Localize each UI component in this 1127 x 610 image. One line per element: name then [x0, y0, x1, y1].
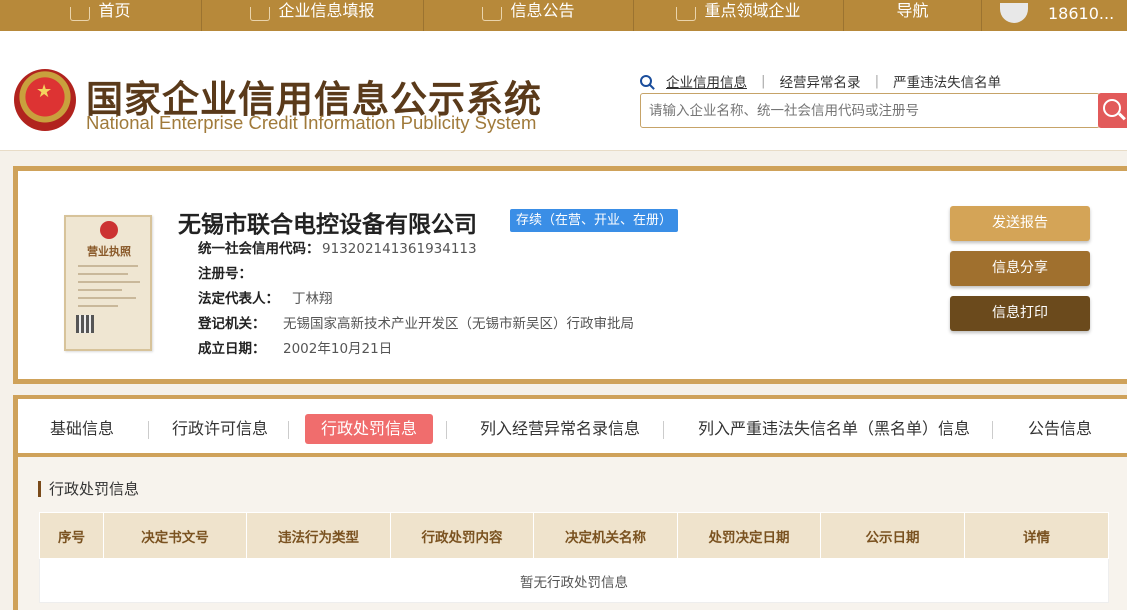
search-box	[640, 93, 1100, 128]
info-row-credit-code: 统一社会信用代码： 913202141361934113	[198, 237, 634, 262]
tab-abnormal-list[interactable]: 列入经营异常名录信息	[464, 414, 656, 444]
nav-announcements-label: 信息公告	[510, 1, 575, 20]
empty-message: 暂无行政处罚信息	[39, 558, 1109, 603]
column-header: 公示日期	[820, 512, 965, 559]
nav-home[interactable]: 首页	[0, 0, 202, 31]
company-card: 营业执照 无锡市联合电控设备有限公司 存续（在营、开业、在册） 统一社会信用代码…	[13, 166, 1127, 384]
info-value: 913202141361934113	[322, 241, 477, 257]
nav-home-label: 首页	[98, 1, 131, 20]
national-emblem-icon	[14, 69, 76, 131]
info-row-established: 成立日期： 2002年10月21日	[198, 337, 634, 362]
print-info-button[interactable]: 信息打印	[950, 296, 1090, 331]
license-line	[78, 265, 138, 267]
qr-code-icon	[76, 315, 94, 333]
site-subtitle: National Enterprise Credit Information P…	[86, 112, 537, 133]
business-license-image: 营业执照	[64, 215, 152, 351]
document-icon	[482, 7, 503, 21]
penalty-section: 行政处罚信息 序号 决定书文号 违法行为类型 行政处罚内容 决定机关名称 处罚决…	[13, 457, 1127, 610]
tab-separator	[663, 421, 664, 439]
column-header: 决定机关名称	[533, 512, 678, 559]
quicklinks: 企业信用信息 | 经营异常名录 | 严重违法失信名单	[640, 71, 1015, 91]
column-header: 序号	[39, 512, 104, 559]
emblem-icon	[100, 221, 118, 239]
info-label: 登记机关：	[198, 316, 266, 332]
user-phone: 18610...	[1048, 4, 1115, 23]
nav-key-sectors[interactable]: 重点领域企业	[634, 0, 844, 31]
share-info-button[interactable]: 信息分享	[950, 251, 1090, 286]
status-badge: 存续（在营、开业、在册）	[510, 209, 679, 232]
column-header: 决定书文号	[103, 512, 247, 559]
info-value	[277, 262, 283, 287]
separator: |	[761, 73, 766, 89]
tab-admin-license[interactable]: 行政许可信息	[156, 414, 284, 444]
tab-separator	[992, 421, 993, 439]
site-header: 国家企业信用信息公示系统 National Enterprise Credit …	[0, 31, 1127, 151]
tab-basic-info[interactable]: 基础信息	[34, 414, 130, 444]
penalty-table: 序号 决定书文号 违法行为类型 行政处罚内容 决定机关名称 处罚决定日期 公示日…	[39, 512, 1109, 603]
speaker-icon	[676, 7, 697, 21]
license-line	[78, 273, 128, 275]
tab-announcements[interactable]: 公告信息	[1012, 414, 1108, 444]
quicklink-abnormal-list[interactable]: 经营异常名录	[780, 71, 875, 91]
info-tabs: 基础信息 行政许可信息 行政处罚信息 列入经营异常名录信息 列入严重违法失信名单…	[13, 395, 1127, 457]
nav-navigation[interactable]: 导航	[844, 0, 982, 31]
nav-enterprise-report[interactable]: 企业信息填报	[202, 0, 424, 31]
info-label: 成立日期：	[198, 341, 266, 357]
tab-separator	[288, 421, 289, 439]
tab-blacklist[interactable]: 列入严重违法失信名单（黑名单）信息	[682, 414, 986, 444]
send-report-button[interactable]: 发送报告	[950, 206, 1090, 241]
column-header: 处罚决定日期	[677, 512, 821, 559]
search-icon	[640, 75, 652, 87]
search-button[interactable]	[1098, 93, 1127, 128]
table-row: 暂无行政处罚信息	[39, 558, 1109, 603]
nav-announcements[interactable]: 信息公告	[424, 0, 634, 31]
quicklink-credit-info[interactable]: 企业信用信息	[666, 71, 761, 91]
info-value: 丁林翔	[292, 291, 333, 307]
license-line	[78, 281, 140, 283]
pen-icon	[250, 7, 271, 21]
license-line	[78, 289, 122, 291]
nav-key-sectors-label: 重点领域企业	[704, 1, 801, 20]
tab-separator	[148, 421, 149, 439]
company-name: 无锡市联合电控设备有限公司	[178, 212, 477, 238]
nav-enterprise-report-label: 企业信息填报	[278, 1, 375, 20]
info-value: 无锡国家高新技术产业开发区（无锡市新吴区）行政审批局	[283, 316, 634, 332]
top-nav: 首页 企业信息填报 信息公告 重点领域企业 导航 18610...	[0, 0, 1127, 31]
tab-admin-penalty[interactable]: 行政处罚信息	[305, 414, 434, 444]
quicklink-blacklist[interactable]: 严重违法失信名单	[893, 71, 1015, 91]
info-row-legal-rep: 法定代表人： 丁林翔	[198, 287, 634, 312]
user-menu[interactable]: 18610...	[982, 0, 1127, 31]
separator: |	[874, 73, 880, 89]
info-label: 注册号：	[198, 266, 252, 282]
monitor-icon	[70, 7, 91, 21]
column-header: 行政处罚内容	[390, 512, 534, 559]
license-line	[78, 305, 118, 307]
column-header: 详情	[964, 512, 1109, 559]
info-value: 2002年10月21日	[283, 341, 393, 357]
search-input[interactable]	[641, 94, 1099, 127]
nav-navigation-label: 导航	[896, 1, 929, 20]
license-line	[78, 297, 136, 299]
info-label: 统一社会信用代码：	[198, 241, 320, 257]
company-info: 统一社会信用代码： 913202141361934113 注册号： 法定代表人：…	[198, 237, 634, 362]
avatar	[1000, 3, 1028, 23]
info-label: 法定代表人：	[198, 291, 279, 307]
info-row-authority: 登记机关： 无锡国家高新技术产业开发区（无锡市新吴区）行政审批局	[198, 312, 634, 337]
tab-separator	[446, 421, 447, 439]
column-header: 违法行为类型	[246, 512, 391, 559]
section-title: 行政处罚信息	[38, 481, 139, 497]
info-row-reg-number: 注册号：	[198, 262, 634, 287]
table-header-row: 序号 决定书文号 违法行为类型 行政处罚内容 决定机关名称 处罚决定日期 公示日…	[39, 512, 1109, 559]
license-title: 营业执照	[87, 245, 131, 258]
